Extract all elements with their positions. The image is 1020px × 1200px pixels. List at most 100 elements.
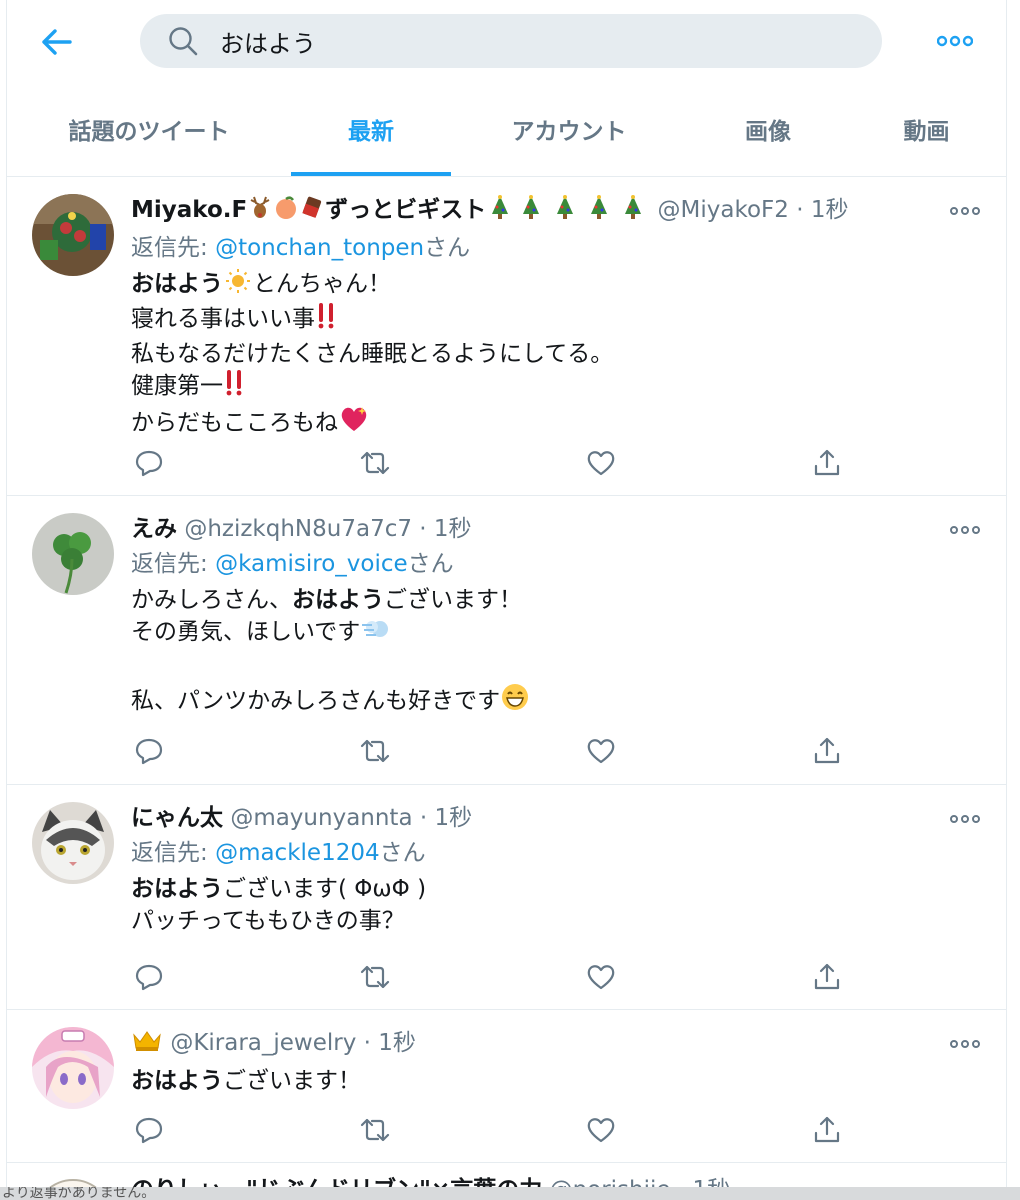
tweet-header: えみ @hzizkqhN8u7a7c7 · 1秒 <box>131 512 986 546</box>
like-button[interactable] <box>583 733 619 769</box>
tweet-time[interactable]: 1秒 <box>811 197 849 223</box>
share-button[interactable] <box>809 445 845 481</box>
separator-dot: · <box>419 805 428 831</box>
tweet-text: かみしろさん、おはようございます！ その勇気、ほしいです 私、パンツかみしろさん… <box>131 584 986 720</box>
more-options-button[interactable] <box>933 26 977 56</box>
highlight-keyword: おはよう <box>292 587 384 613</box>
tab-accounts[interactable]: アカウント <box>451 84 687 174</box>
avatar[interactable] <box>32 1027 114 1109</box>
reply-mention[interactable]: @mackle1204 <box>215 840 380 866</box>
tweet-line: 私もなるだけたくさん睡眠とるようにしてる。 <box>131 341 614 367</box>
tweet-more-icon[interactable] <box>950 811 980 827</box>
avatar[interactable] <box>32 513 114 595</box>
tweet-line: 寝れる事はいい事 <box>131 306 315 332</box>
like-button[interactable] <box>583 1112 619 1148</box>
heart-icon <box>587 451 615 476</box>
peach-emoji-icon <box>273 194 299 230</box>
display-name[interactable]: Miyako.F ずっとビギスト <box>131 195 650 223</box>
tab-images[interactable]: 画像 <box>687 84 849 174</box>
tweet-body: にゃん太 @mayunyannta · 1秒 返信先: @mackle1204さ… <box>131 801 986 937</box>
search-input[interactable]: おはよう <box>140 14 882 68</box>
reply-context: 返信先: @kamisiro_voiceさん <box>131 546 986 582</box>
reply-button[interactable] <box>131 733 167 769</box>
tweet-more-icon[interactable] <box>950 203 980 219</box>
tweet[interactable]: にゃん太 @mayunyannta · 1秒 返信先: @mackle1204さ… <box>7 785 1006 1010</box>
avatar[interactable] <box>32 802 114 884</box>
tweet-time[interactable]: 1秒 <box>435 805 473 831</box>
share-icon <box>814 449 840 476</box>
tab-videos[interactable]: 動画 <box>849 84 1004 174</box>
deer-emoji-icon <box>247 194 273 230</box>
separator-dot: · <box>796 197 804 223</box>
share-icon <box>814 963 840 990</box>
crown-emoji-icon <box>131 1027 163 1063</box>
retweet-button[interactable] <box>357 445 393 481</box>
share-button[interactable] <box>809 959 845 995</box>
display-name-text: Miyako.F <box>131 197 248 223</box>
user-handle[interactable]: @MiyakoF2 <box>658 197 789 223</box>
reply-button[interactable] <box>131 445 167 481</box>
reply-mention[interactable]: @tonchan_tonpen <box>215 235 424 261</box>
tweet-header: Miyako.F ずっとビギスト @MiyakoF2 · 1秒 <box>131 193 986 230</box>
reply-button[interactable] <box>131 959 167 995</box>
tab-latest[interactable]: 最新 <box>291 84 451 176</box>
reply-button[interactable] <box>131 1112 167 1148</box>
display-name[interactable] <box>131 1030 163 1056</box>
reply-mention[interactable]: @kamisiro_voice <box>215 551 408 577</box>
user-handle[interactable]: @Kirara_jewelry <box>170 1030 356 1056</box>
reply-icon <box>135 1117 163 1144</box>
tweet[interactable]: えみ @hzizkqhN8u7a7c7 · 1秒 返信先: @kamisiro_… <box>7 496 1006 785</box>
heart-icon <box>587 965 615 990</box>
tweet-body: Miyako.F ずっとビギスト @MiyakoF2 · 1秒 返信先: @ton… <box>131 193 986 442</box>
tweet-more-icon[interactable] <box>950 1036 980 1052</box>
back-button[interactable] <box>37 22 77 62</box>
tweet-header: にゃん太 @mayunyannta · 1秒 <box>131 801 986 835</box>
tweet-time[interactable]: 1秒 <box>434 516 472 542</box>
reply-icon <box>135 964 163 991</box>
highlight-keyword: おはよう <box>131 876 223 902</box>
browser-status-bar: より返事がありません。 <box>0 1187 1020 1200</box>
tweet-more-icon[interactable] <box>950 522 980 538</box>
user-handle[interactable]: @mayunyannta <box>230 805 412 831</box>
reply-context: 返信先: @mackle1204さん <box>131 835 986 871</box>
retweet-icon <box>360 1118 390 1142</box>
tweet-line: からだもこころもね <box>131 410 338 436</box>
share-button[interactable] <box>809 1112 845 1148</box>
tweet-line: ございます！ <box>384 587 522 613</box>
tweet-line: ございます！ <box>223 1068 361 1094</box>
display-name-suffix: ずっとビギスト <box>325 197 487 223</box>
tweet-time[interactable]: 1秒 <box>378 1030 416 1056</box>
user-handle[interactable]: @hzizkqhN8u7a7c7 <box>184 516 412 542</box>
arrow-left-icon <box>42 29 72 55</box>
retweet-icon <box>360 451 390 475</box>
tweet-header: @Kirara_jewelry · 1秒 <box>131 1026 986 1063</box>
tweet-text: おはよう とんちゃん！ 寝れる事はいい事 私もなるだけたくさん睡眠とるようにしてる… <box>131 268 986 442</box>
retweet-button[interactable] <box>357 1112 393 1148</box>
like-button[interactable] <box>583 959 619 995</box>
separator-dot: · <box>363 1030 371 1056</box>
tweet-line: かみしろさん、 <box>131 587 292 613</box>
avatar[interactable] <box>32 194 114 276</box>
tweet[interactable]: @Kirara_jewelry · 1秒 おはようございます！ <box>7 1010 1006 1163</box>
tweet-line: 私、パンツかみしろさんも好きです <box>131 688 501 714</box>
search-tabs: 話題のツイート 最新 アカウント 画像 動画 <box>7 84 1006 177</box>
retweet-button[interactable] <box>357 959 393 995</box>
sun-emoji-icon <box>223 268 253 303</box>
tweet-line: 健康第一 <box>131 373 223 399</box>
display-name[interactable]: えみ <box>131 516 177 542</box>
tweet-line: ございます( ΦωΦ ) <box>223 876 427 902</box>
display-name[interactable]: にゃん太 <box>131 805 223 831</box>
highlight-keyword: おはよう <box>131 271 223 297</box>
tweet-line: パッチってももひきの事？ <box>131 908 405 934</box>
reply-prefix: 返信先: <box>131 235 216 261</box>
like-button[interactable] <box>583 445 619 481</box>
share-button[interactable] <box>809 733 845 769</box>
tab-top[interactable]: 話題のツイート <box>7 84 291 174</box>
double-exclamation-icon <box>223 370 247 405</box>
christmas-tree-icon <box>616 194 650 230</box>
tweet[interactable]: Miyako.F ずっとビギスト @MiyakoF2 · 1秒 返信先: @ton… <box>7 177 1006 496</box>
sparkling-heart-icon <box>338 405 370 442</box>
retweet-button[interactable] <box>357 733 393 769</box>
reply-context: 返信先: @tonchan_tonpenさん <box>131 230 986 266</box>
tweet-text: おはようございます( ΦωΦ ) パッチってももひきの事？ <box>131 873 986 937</box>
